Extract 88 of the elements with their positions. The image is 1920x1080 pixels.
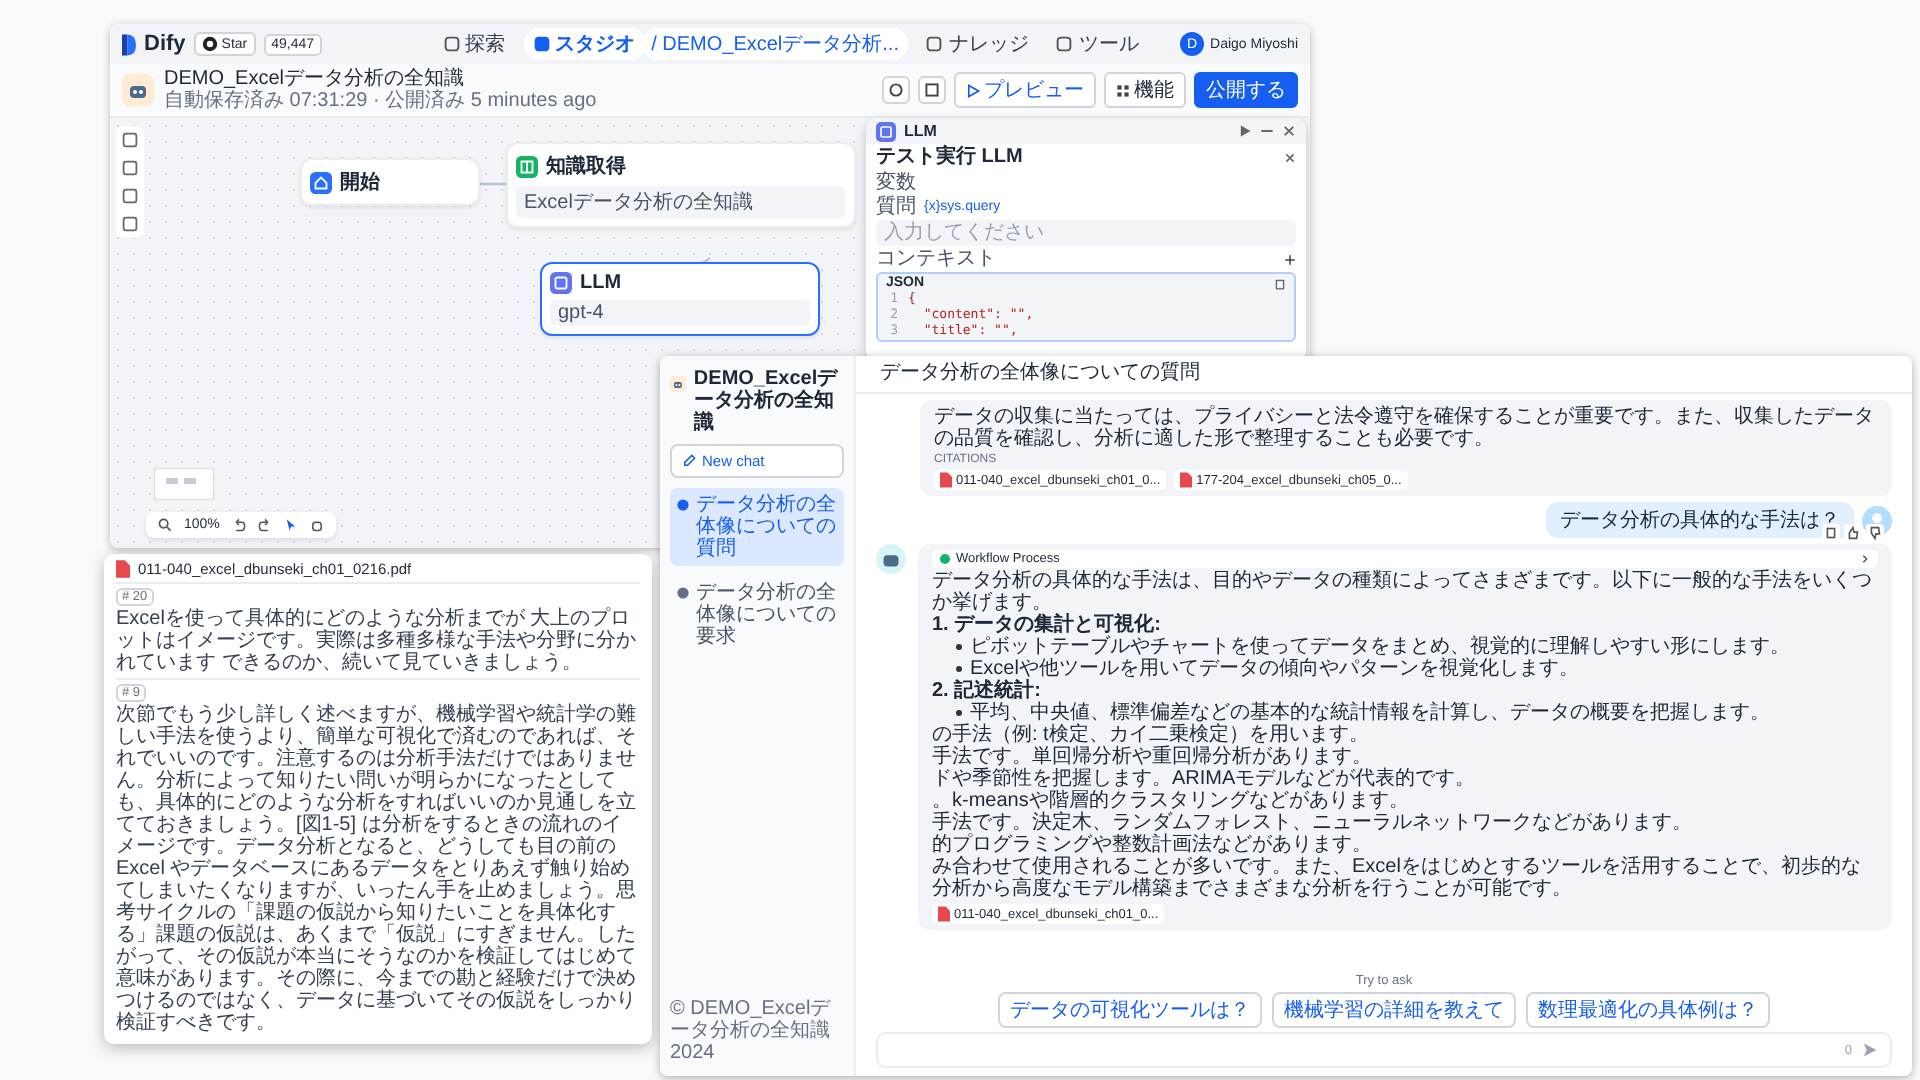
copy-icon[interactable] (1822, 524, 1840, 542)
answer-text: データ分析の具体的な手法は、目的やデータの種類によってさまざまです。以下に一般的な手法をいくつか挙げます。 (932, 570, 1874, 614)
nav-tab[interactable]: ツール (1046, 28, 1149, 60)
play-icon[interactable] (1238, 124, 1252, 138)
header-button[interactable]: 機能 (1104, 72, 1186, 108)
bullet-icon (956, 710, 962, 716)
brand-name: Dify (144, 32, 186, 56)
run-title: テスト実行 LLM (876, 146, 1023, 170)
nav-icon (1056, 36, 1073, 52)
logo-icon (122, 33, 136, 55)
grid-icon (1116, 83, 1130, 97)
checklist-button[interactable] (918, 76, 946, 104)
answer-text: 的プログラミングや整数計画法などがあります。 (932, 834, 1374, 856)
github-icon (201, 36, 218, 52)
workflow-node[interactable]: LLM gpt-4 (540, 262, 820, 336)
copy-icon[interactable] (1274, 277, 1286, 289)
node-detail: gpt-4 (550, 300, 810, 326)
nav-icon (533, 36, 550, 52)
section-heading: 1. データの集計と可視化: (932, 614, 1163, 636)
header-button[interactable]: プレビュー (954, 72, 1096, 108)
answer-text: データの収集に当たっては、プライバシーと法令遵守を確保することが重要です。また、収集したデータの品質を確認し、分析に適した形で整理することも必要です。 (934, 406, 1876, 450)
answer-text: み合わせて使用されることが多いです。また、Excelをはじめとするツールを活用することで、初歩的な分析から高度なモデル構築までさまざまな分析を行うことが可能です。 (932, 856, 1863, 900)
nav-icon (443, 36, 460, 52)
list-item-text: ピボットテーブルやチャートを使ってデータをまとめ、視覚的に理解しやすい形にします。 (970, 636, 1790, 658)
node-title: 知識取得 (546, 153, 626, 180)
answer-text: の手法（例: t検定、カイ二乗検定）を用います。 (932, 724, 1371, 746)
status-dot-icon (940, 554, 950, 564)
send-icon[interactable] (1862, 1042, 1878, 1058)
list-item-text: Excelや他ツールを用いてデータの傾向やパターンを視覚化します。 (970, 658, 1579, 680)
minus-icon[interactable] (1260, 124, 1274, 138)
pdf-file-icon (1180, 472, 1193, 488)
close-icon[interactable] (1282, 124, 1296, 138)
chunk-text: 次節でもう少し詳しく述べますが、機械学習や統計学の難しい手法を使うより、簡単な可視化で済むのであれば、それでいいのです。注意するのは分析手法だけではありません。分析によって知りたい問いが明らかになったとしても、具体的にどのような分析をすればいいのか見通しを立てておきましょう。[図1-5] は分析をするときの流れのイメージです。データ分析となると、どうしても目の前の Excel やデータベースにあるデータをとりあえず触り始めてしまいたくなりますが、いったん手を止めましょう。思考サイクルの「課題の仮説から知りたいことを具体化する」課題の仮説は、あくまで「仮説」にすぎません。したがって、その仮説が本当にそうなのかを検証してはじめて意味があります。その際に、今までの勘と経験だけで決めつけるのではなく、データに基づいてその仮説をしっかり検証すべきです。 (116, 704, 638, 1034)
suggestion-button[interactable]: データの可視化ツールは？ (998, 992, 1262, 1028)
node-title: LLM (580, 272, 622, 294)
robot-app-icon (122, 74, 154, 106)
robot-avatar-icon (876, 544, 906, 574)
footer-text: © DEMO_Excelデータ分析の全知識 2024 (670, 998, 833, 1064)
answer-text: 手法です。決定木、ランダムフォレスト、ニューラルネットワークなどがあります。 (932, 812, 1694, 834)
nav-tab[interactable]: ナレッジ (916, 28, 1039, 60)
save-status: 自動保存済み 07:31:29 · 公開済み 5 minutes ago (164, 90, 597, 112)
conversation-item[interactable]: データ分析の全体像についての要求 (670, 576, 844, 654)
variable-label: 質問 (876, 196, 916, 218)
history-button[interactable] (882, 76, 910, 104)
list-item-text: 平均、中央値、標準偏差などの基本的な統計情報を計算し、データの概要を把握します。 (970, 702, 1770, 724)
minimap-drawing (154, 468, 214, 500)
input-field[interactable]: 入力してください (876, 220, 1296, 246)
conversation-title: データ分析の全体像についての質問 (856, 356, 1912, 394)
close-icon[interactable] (1284, 152, 1296, 164)
chevron-icon (1860, 554, 1870, 564)
checklist-icon (924, 82, 940, 98)
pdf-file-icon (940, 472, 952, 488)
bullet-icon (956, 644, 962, 650)
workflow-node[interactable]: 知識取得 Excelデータ分析の全知識 (506, 142, 856, 228)
section-label: 変数 (876, 172, 918, 194)
pointer-icon[interactable] (283, 518, 298, 532)
panel-title: LLM (904, 122, 937, 140)
node-title: 開始 (340, 169, 380, 196)
app-breadcrumb[interactable]: / DEMO_Excelデータ分析... (641, 28, 909, 60)
nav-icon (926, 36, 943, 52)
nav-tab[interactable]: スタジオ (523, 28, 646, 60)
zoom-icon[interactable] (158, 518, 172, 532)
pdf-file-icon (938, 906, 950, 922)
section-label: コンテキスト (876, 248, 996, 270)
answer-text: 手法です。単回帰分析や重回帰分析があります。 (932, 746, 1374, 768)
answer-text: 。k-meansや階層的クラスタリングなどがあります。 (932, 790, 1411, 812)
workflow-node[interactable]: 開始 (300, 158, 480, 206)
plus-icon[interactable] (1284, 253, 1296, 265)
undo-icon[interactable] (231, 518, 246, 532)
nav-tab[interactable]: 探索 (433, 28, 516, 60)
header-button[interactable]: 公開する (1194, 72, 1298, 108)
chunk-text: Excelを使って具体的にどのような分析までが 大上のプロットはイメージです。実際は多種多様な手法や分野に分かれています できるのか、続いて見ていきましょう。 (116, 608, 638, 674)
thumbs-up-icon[interactable] (1844, 524, 1862, 542)
thumbs-down-icon[interactable] (1866, 524, 1884, 542)
node-detail: Excelデータ分析の全知識 (516, 186, 846, 218)
play-icon (966, 83, 980, 97)
app-name: DEMO_Excelデータ分析の全知識 (693, 368, 840, 434)
bullet-icon (956, 666, 962, 672)
edit-icon (682, 454, 696, 468)
redo-icon[interactable] (257, 518, 272, 532)
conversation-item[interactable]: データ分析の全体像についての質問 (670, 488, 844, 566)
suggestion-button[interactable]: 数理最適化の具体例は？ (1526, 992, 1770, 1028)
section-heading: 2. 記述統計: (932, 680, 1041, 702)
app-title: DEMO_Excelデータ分析の全知識 (164, 68, 467, 90)
answer-text: ドや季節性を把握します。ARIMAモデルなどが代表的です。 (932, 768, 1478, 790)
pdf-file-icon (116, 560, 130, 578)
suggestion-button[interactable]: 機械学習の詳細を教えて (1272, 992, 1516, 1028)
history-icon (888, 82, 904, 98)
